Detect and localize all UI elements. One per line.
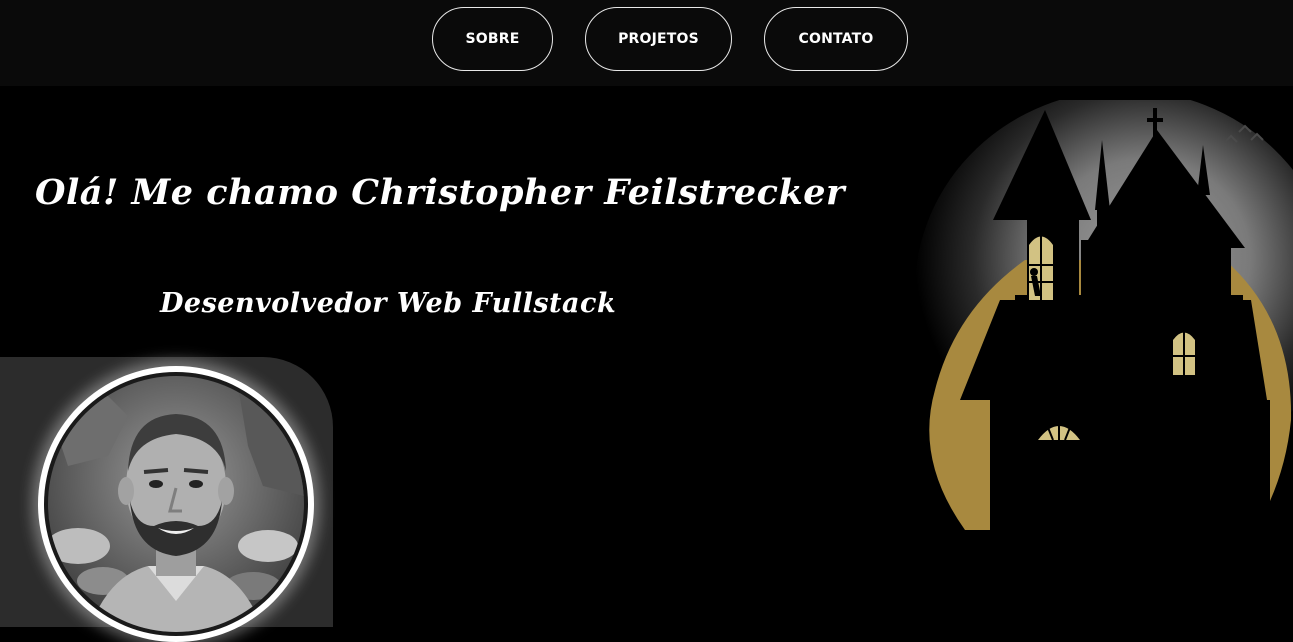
hero-subtitle: Desenvolvedor Web Fullstack [160,288,617,319]
hero-title: Olá! Me chamo Christopher Feilstrecker [35,172,845,213]
avatar [38,366,314,642]
top-navigation-bar: SOBRE PROJETOS CONTATO [0,0,1293,86]
nav-projetos-button[interactable]: PROJETOS [585,7,732,71]
person-photo-icon [48,376,304,632]
nav-sobre-button[interactable]: SOBRE [432,7,553,71]
avatar-border [44,372,308,636]
nav-contato-button[interactable]: CONTATO [764,7,908,71]
haunted-house-icon [905,90,1293,550]
